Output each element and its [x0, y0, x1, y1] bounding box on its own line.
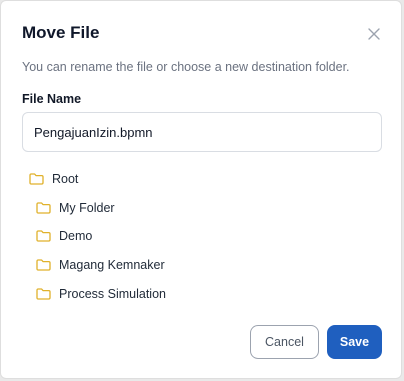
- folder-label: Root: [52, 172, 79, 186]
- dialog-subtitle: You can rename the file or choose a new …: [22, 60, 350, 74]
- folder-icon: [29, 173, 44, 185]
- folder-icon: [36, 202, 51, 214]
- folder-label: Process Simulation: [59, 287, 166, 301]
- folder-label: Magang Kemnaker: [59, 258, 165, 272]
- cancel-button[interactable]: Cancel: [250, 325, 319, 359]
- folder-item-demo[interactable]: Demo: [36, 225, 92, 247]
- save-button[interactable]: Save: [327, 325, 382, 359]
- file-name-label: File Name: [22, 92, 82, 106]
- file-name-input[interactable]: [22, 112, 382, 152]
- folder-icon: [36, 230, 51, 242]
- folder-icon: [36, 288, 51, 300]
- folder-item-process-simulation[interactable]: Process Simulation: [36, 283, 166, 305]
- folder-label: Demo: [59, 229, 93, 243]
- move-file-dialog: Move File You can rename the file or cho…: [0, 0, 402, 379]
- folder-icon: [36, 259, 51, 271]
- close-icon[interactable]: [367, 27, 381, 41]
- folder-item-magang-kemnaker[interactable]: Magang Kemnaker: [36, 254, 165, 276]
- folder-item-root[interactable]: Root: [29, 168, 78, 190]
- dialog-title: Move File: [22, 23, 100, 42]
- folder-item-my-folder[interactable]: My Folder: [36, 197, 115, 219]
- folder-label: My Folder: [59, 201, 115, 215]
